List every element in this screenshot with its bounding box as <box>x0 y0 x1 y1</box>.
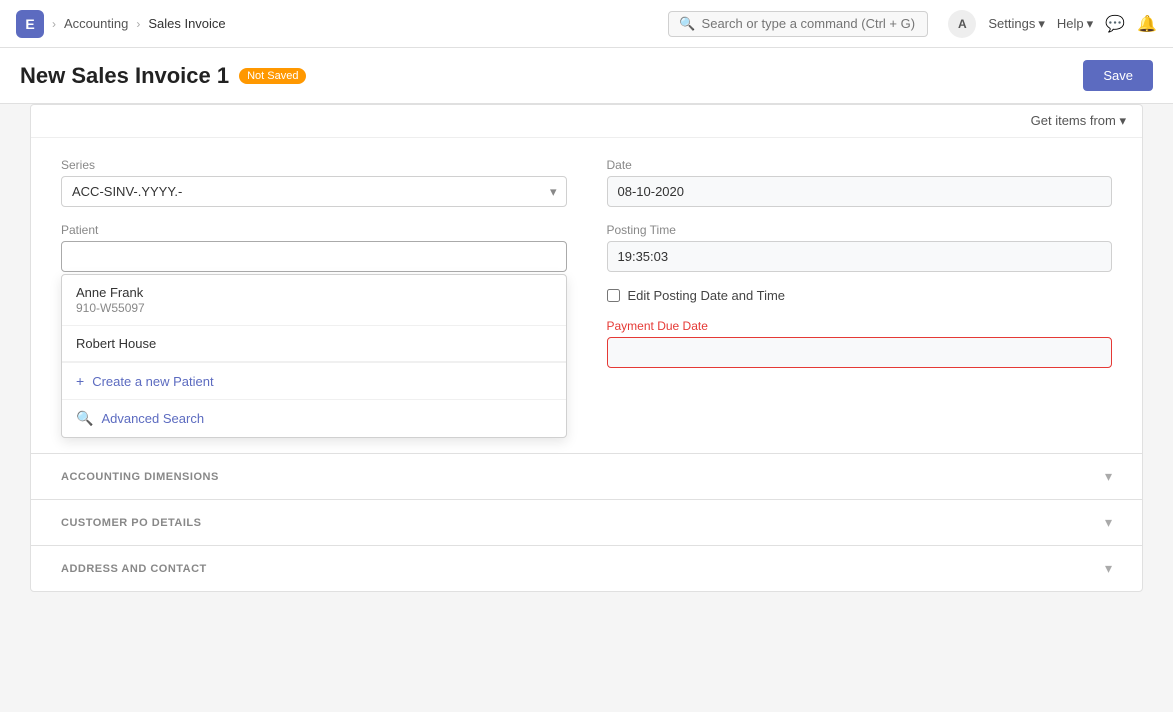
settings-chevron-icon: ▾ <box>1038 16 1045 32</box>
chat-icon[interactable]: 💬 <box>1105 14 1125 34</box>
settings-button[interactable]: Settings ▾ <box>988 16 1045 32</box>
series-select-wrapper: ACC-SINV-.YYYY.- <box>61 176 567 207</box>
search-icon: 🔍 <box>679 16 695 32</box>
accounting-dimensions-title: ACCOUNTING DIMENSIONS <box>61 471 219 483</box>
patient-input[interactable] <box>61 241 567 272</box>
payment-due-label: Payment Due Date <box>607 319 1113 333</box>
search-input[interactable] <box>702 16 918 31</box>
nav-actions: A Settings ▾ Help ▾ 💬 🔔 <box>948 10 1157 38</box>
magnifier-icon: 🔍 <box>76 410 93 427</box>
address-contact-section[interactable]: ADDRESS AND CONTACT ▾ <box>31 545 1142 591</box>
top-navigation: E › Accounting › Sales Invoice 🔍 A Setti… <box>0 0 1173 48</box>
payment-due-input[interactable] <box>607 337 1113 368</box>
edit-posting-row: Edit Posting Date and Time <box>607 288 1113 303</box>
patient-name-1: Robert House <box>76 336 552 351</box>
edit-posting-checkbox[interactable] <box>607 289 620 302</box>
form-col-right: Date Posting Time Edit Posting Date and … <box>607 158 1113 433</box>
advanced-search-action[interactable]: 🔍 Advanced Search <box>62 399 566 437</box>
app-icon[interactable]: E <box>16 10 44 38</box>
help-button[interactable]: Help ▾ <box>1057 16 1093 32</box>
create-patient-action[interactable]: + Create a new Patient <box>62 362 566 399</box>
global-search[interactable]: 🔍 <box>668 11 928 37</box>
series-field: Series ACC-SINV-.YYYY.- <box>61 158 567 207</box>
patient-option-0[interactable]: Anne Frank 910-W55097 <box>62 275 566 326</box>
posting-time-field: Posting Time <box>607 223 1113 272</box>
avatar[interactable]: A <box>948 10 976 38</box>
invoice-card: Get items from ▾ Series ACC-SINV-.YYYY.- <box>30 104 1143 592</box>
customer-po-chevron-icon: ▾ <box>1105 514 1112 531</box>
form-row-main: Series ACC-SINV-.YYYY.- Patient <box>61 158 1112 433</box>
edit-posting-label: Edit Posting Date and Time <box>628 288 786 303</box>
page-title: New Sales Invoice 1 Not Saved <box>20 63 306 89</box>
bell-icon[interactable]: 🔔 <box>1137 14 1157 34</box>
posting-time-input[interactable] <box>607 241 1113 272</box>
series-label: Series <box>61 158 567 172</box>
patient-option-1[interactable]: Robert House <box>62 326 566 362</box>
patient-id-0: 910-W55097 <box>76 301 552 315</box>
date-input[interactable] <box>607 176 1113 207</box>
accounting-dimensions-chevron-icon: ▾ <box>1105 468 1112 485</box>
invoice-form: Series ACC-SINV-.YYYY.- Patient <box>31 138 1142 453</box>
help-chevron-icon: ▾ <box>1087 16 1094 32</box>
breadcrumb-sep-2: › <box>136 17 140 31</box>
date-label: Date <box>607 158 1113 172</box>
form-col-left: Series ACC-SINV-.YYYY.- Patient <box>61 158 567 433</box>
payment-due-field: Payment Due Date <box>607 319 1113 368</box>
get-items-button[interactable]: Get items from ▾ <box>1031 113 1126 129</box>
address-contact-chevron-icon: ▾ <box>1105 560 1112 577</box>
series-select[interactable]: ACC-SINV-.YYYY.- <box>61 176 567 207</box>
patient-dropdown: Anne Frank 910-W55097 Robert House + Cre… <box>61 274 567 438</box>
plus-icon: + <box>76 373 84 389</box>
posting-time-label: Posting Time <box>607 223 1113 237</box>
date-field: Date <box>607 158 1113 207</box>
breadcrumb-accounting[interactable]: Accounting <box>64 16 128 31</box>
patient-field: Patient Anne Frank 910-W55097 Robert Hou… <box>61 223 567 272</box>
page-header: New Sales Invoice 1 Not Saved Save <box>0 48 1173 104</box>
save-button[interactable]: Save <box>1083 60 1153 91</box>
patient-label: Patient <box>61 223 567 237</box>
address-contact-title: ADDRESS AND CONTACT <box>61 563 207 575</box>
get-items-bar: Get items from ▾ <box>31 105 1142 138</box>
customer-po-section[interactable]: CUSTOMER PO DETAILS ▾ <box>31 499 1142 545</box>
main-content: Get items from ▾ Series ACC-SINV-.YYYY.- <box>0 104 1173 592</box>
patient-name-0: Anne Frank <box>76 285 552 300</box>
accounting-dimensions-section[interactable]: ACCOUNTING DIMENSIONS ▾ <box>31 453 1142 499</box>
customer-po-title: CUSTOMER PO DETAILS <box>61 517 202 529</box>
not-saved-badge: Not Saved <box>239 68 306 84</box>
breadcrumb-sep-1: › <box>52 17 56 31</box>
breadcrumb-sales-invoice[interactable]: Sales Invoice <box>148 16 225 31</box>
